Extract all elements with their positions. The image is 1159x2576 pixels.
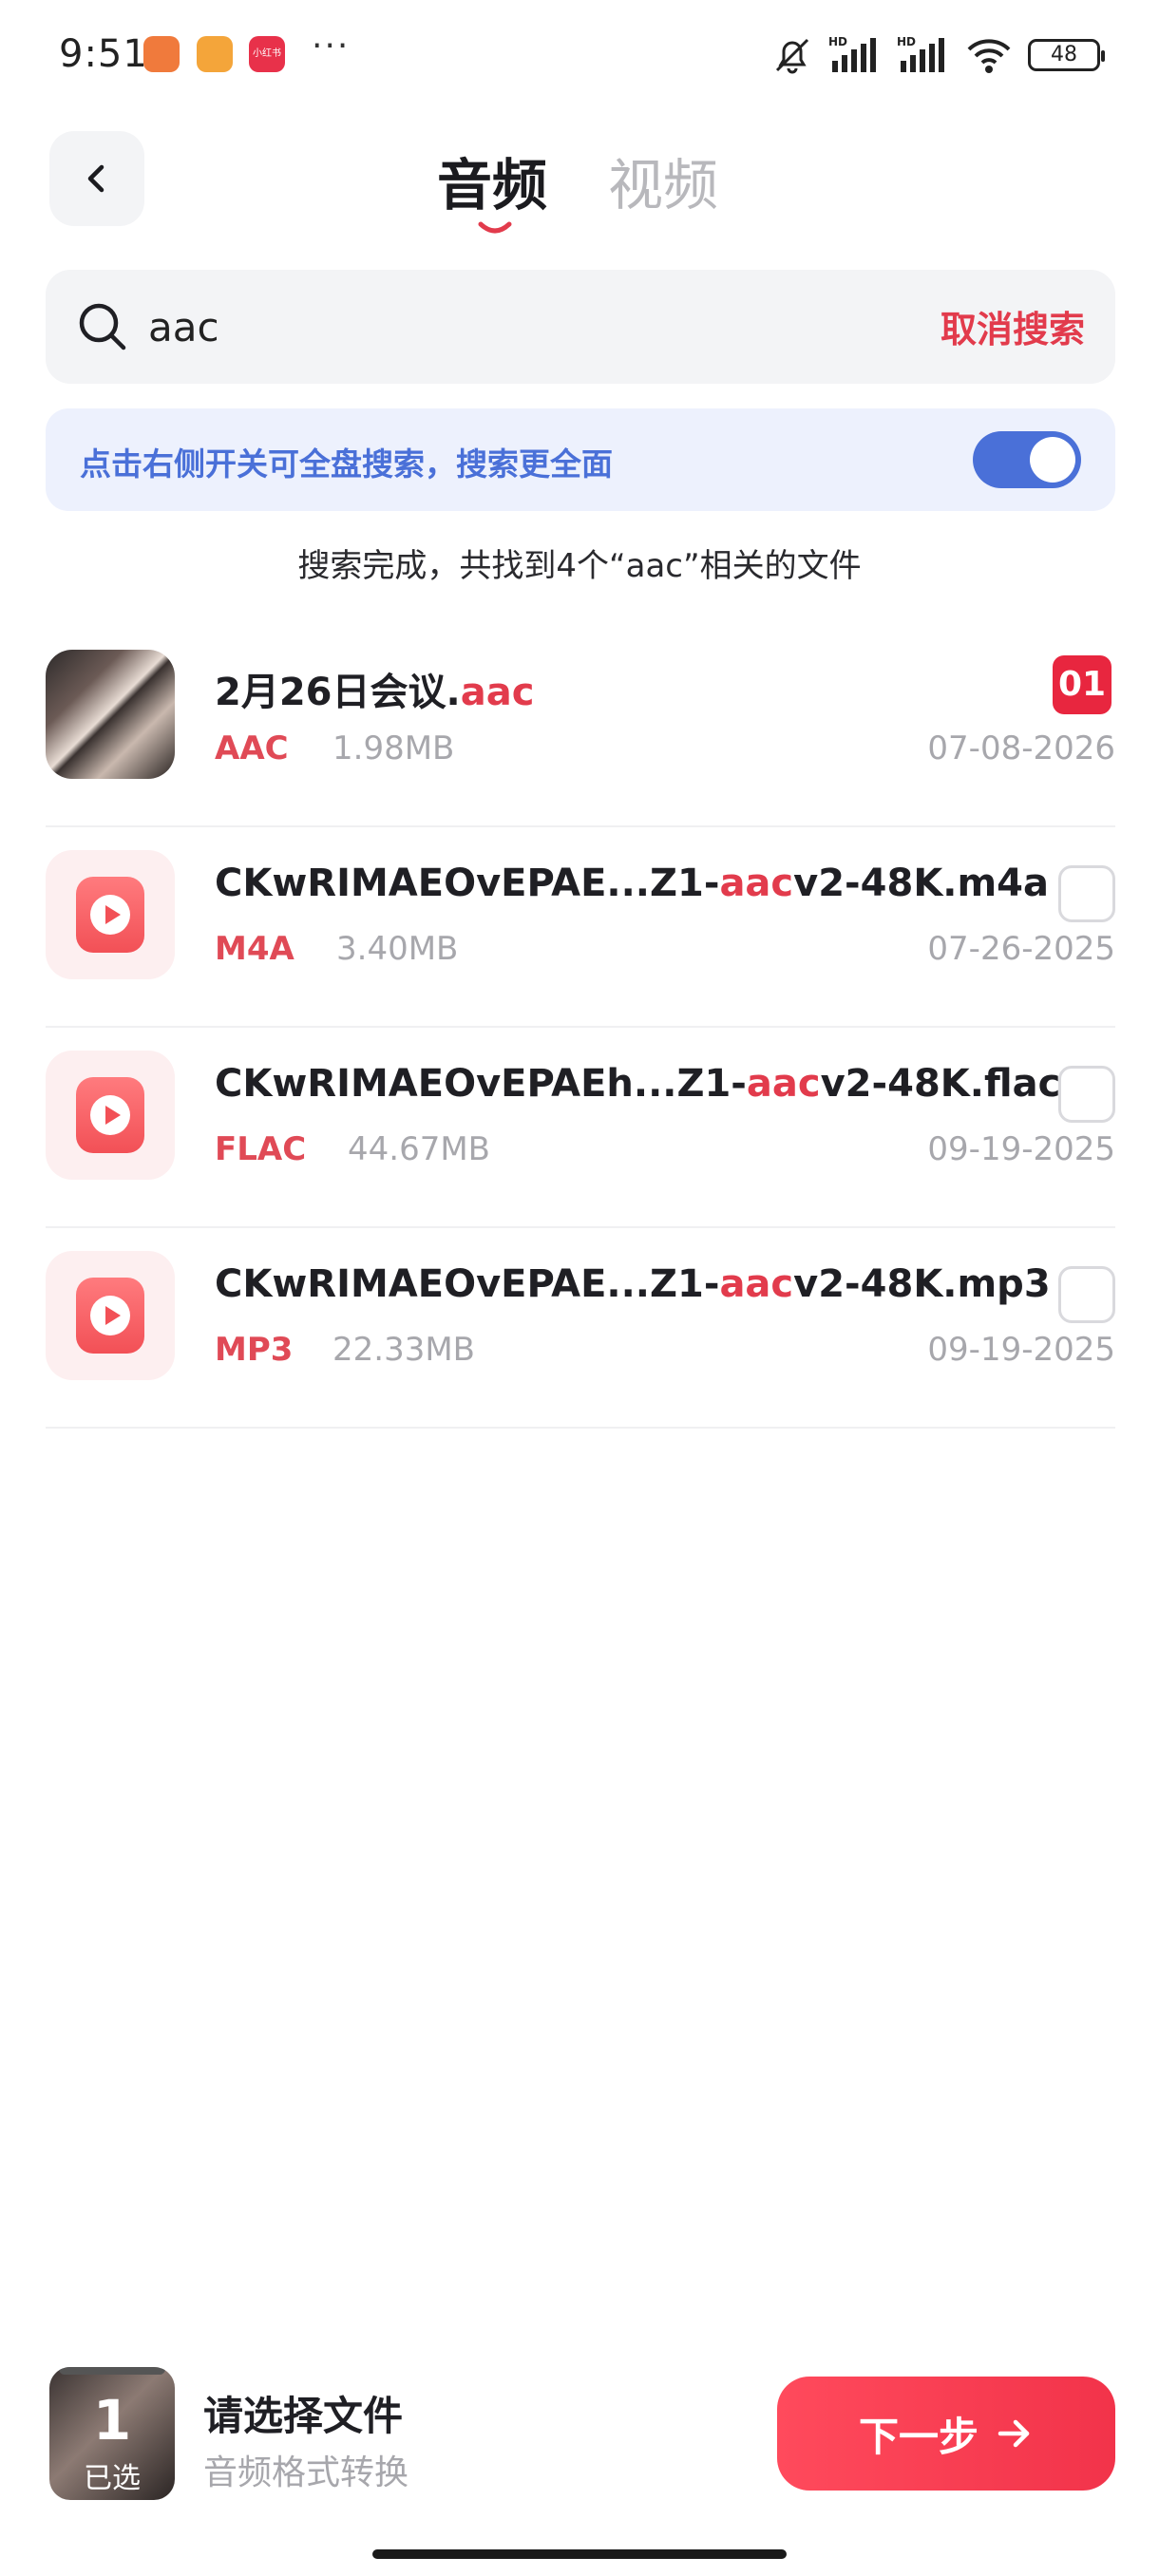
home-indicator[interactable] xyxy=(372,2549,787,2559)
selected-count: 1 xyxy=(92,2388,132,2453)
audio-file-icon xyxy=(46,850,175,979)
toggle-knob xyxy=(1030,437,1075,483)
svg-text:HD: HD xyxy=(828,35,847,48)
chevron-left-icon xyxy=(87,164,104,193)
file-date: 07-08-2026 xyxy=(927,729,1115,767)
signal-hd-icon: HD xyxy=(897,35,944,72)
search-input[interactable] xyxy=(148,294,813,359)
app-notification-icon xyxy=(143,36,180,72)
cancel-search-button[interactable]: 取消搜索 xyxy=(940,300,1085,352)
file-size: 3.40MB xyxy=(336,930,459,968)
file-size: 22.33MB xyxy=(332,1331,475,1369)
file-name: CKwRIMAEOvEPAE...Z1-aacv2-48K.m4a xyxy=(215,862,1050,905)
battery-indicator: 48 xyxy=(1028,39,1105,71)
svg-text:HD: HD xyxy=(897,35,916,48)
prompt-title: 请选择文件 xyxy=(203,2393,404,2439)
file-row[interactable]: CKwRIMAEOvEPAE...Z1-aacv2-48K.mp3 MP3 22… xyxy=(46,1228,1115,1429)
app-notification-icon xyxy=(197,36,233,72)
file-checkbox[interactable] xyxy=(1058,865,1115,922)
file-name: 2月26日会议.aac xyxy=(215,671,535,714)
full-disk-search-banner: 点击右侧开关可全盘搜索，搜索更全面 xyxy=(46,408,1115,511)
search-icon xyxy=(79,303,126,350)
file-thumbnail xyxy=(46,650,175,779)
audio-file-icon xyxy=(46,1051,175,1180)
file-checkbox[interactable] xyxy=(1058,1266,1115,1323)
signal-hd-icon: HD xyxy=(828,35,876,72)
more-notifications-icon: ··· xyxy=(312,27,351,66)
search-bar: 取消搜索 xyxy=(46,270,1115,384)
audio-file-icon xyxy=(46,1251,175,1380)
file-date: 09-19-2025 xyxy=(927,1130,1115,1168)
file-type: FLAC xyxy=(215,1130,307,1168)
file-checkbox[interactable] xyxy=(1058,1066,1115,1123)
tab-video[interactable]: 视频 xyxy=(608,141,718,220)
arrow-right-icon xyxy=(998,2419,1030,2448)
active-tab-indicator xyxy=(478,221,512,234)
file-row[interactable]: CKwRIMAEOvEPAE...Z1-aacv2-48K.m4a M4A 3.… xyxy=(46,827,1115,1028)
file-row[interactable]: CKwRIMAEOvEPAEh...Z1-aacv2-48K.flac FLAC… xyxy=(46,1028,1115,1228)
file-date: 07-26-2025 xyxy=(927,930,1115,968)
file-list: 2月26日会议.aac AAC 1.98MB 07-08-2026 01 CKw… xyxy=(46,627,1115,1429)
file-type: M4A xyxy=(215,930,294,968)
file-type: AAC xyxy=(215,729,289,767)
status-time: 9:51 xyxy=(59,32,148,76)
file-name: CKwRIMAEOvEPAEh...Z1-aacv2-48K.flac xyxy=(215,1062,1061,1106)
banner-text: 点击右侧开关可全盘搜索，搜索更全面 xyxy=(80,445,613,483)
bottom-action-bar: 1 已选 请选择文件 音频格式转换 下一步 xyxy=(0,2346,1159,2517)
file-size: 1.98MB xyxy=(332,729,455,767)
xiaohongshu-icon: 小红书 xyxy=(249,36,285,72)
file-date: 09-19-2025 xyxy=(927,1331,1115,1369)
prompt-subtitle: 音频格式转换 xyxy=(203,2453,409,2492)
status-bar: 9:51 小红书 ··· HD HD 48 xyxy=(0,0,1159,112)
tab-audio[interactable]: 音频 xyxy=(437,141,547,220)
back-button[interactable] xyxy=(49,131,144,226)
next-step-label: 下一步 xyxy=(858,2413,978,2460)
wifi-icon xyxy=(967,39,1011,73)
mute-bell-icon xyxy=(775,38,809,74)
next-step-button[interactable]: 下一步 xyxy=(777,2377,1115,2491)
file-size: 44.67MB xyxy=(348,1130,490,1168)
selection-order-badge[interactable]: 01 xyxy=(1053,655,1112,714)
file-name: CKwRIMAEOvEPAE...Z1-aacv2-48K.mp3 xyxy=(215,1262,1051,1306)
file-type: MP3 xyxy=(215,1331,294,1369)
file-row[interactable]: 2月26日会议.aac AAC 1.98MB 07-08-2026 01 xyxy=(46,627,1115,827)
full-disk-search-toggle[interactable] xyxy=(973,431,1081,488)
selected-files-thumbnail[interactable]: 1 已选 xyxy=(49,2367,175,2500)
search-result-summary: 搜索完成，共找到4个“aac”相关的文件 xyxy=(297,547,862,585)
selected-label: 已选 xyxy=(84,2462,141,2495)
